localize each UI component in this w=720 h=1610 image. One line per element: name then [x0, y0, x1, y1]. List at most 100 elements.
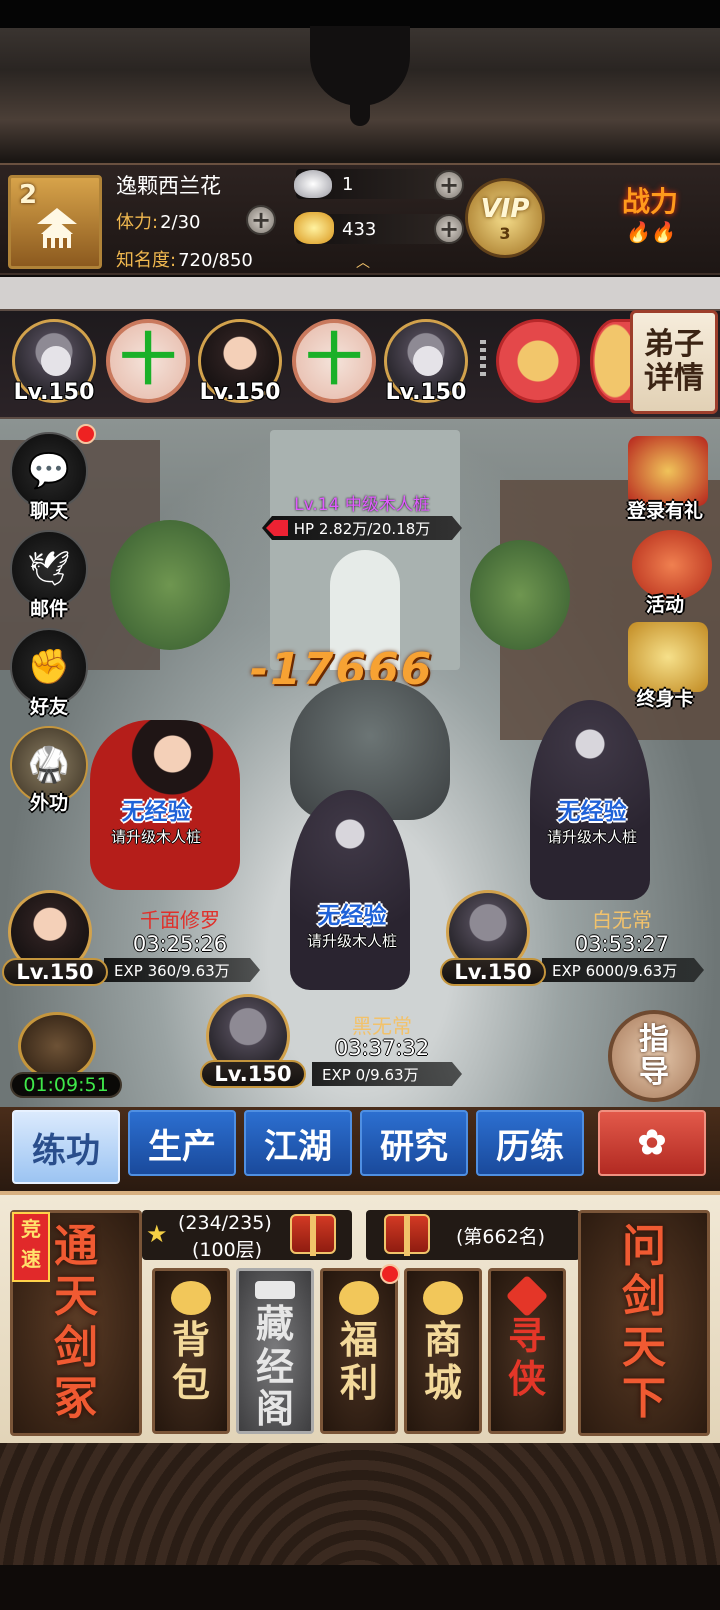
backpack-card[interactable]: 背包: [152, 1268, 230, 1434]
unit-exp-3: EXP 0/9.63万: [312, 1062, 462, 1086]
unit-name-1: 千面修罗: [140, 908, 220, 932]
disciple-level-3: Lv.150: [385, 380, 467, 405]
tab-training-label: 历练: [496, 1126, 564, 1167]
unit-level-3: Lv.150: [200, 1060, 306, 1088]
player-level-badge[interactable]: 2: [8, 175, 102, 269]
flower-icon: ✿: [637, 1123, 667, 1163]
no-exp-sub-center: 请升级木人桩: [306, 932, 397, 950]
tab-jianghu[interactable]: 江湖: [244, 1110, 352, 1176]
friends-icon: ✊: [27, 647, 71, 687]
chat-label: 聊天: [29, 500, 68, 522]
gift-box-icon[interactable]: [384, 1214, 430, 1256]
login-gift-label: 登录有礼: [626, 500, 703, 522]
combat-power[interactable]: 战力 🔥🔥: [590, 180, 710, 260]
no-exp-title-right: 无经验: [557, 799, 627, 825]
target-hp-bar: HP 2.82万/20.18万: [262, 516, 462, 540]
welfare-notification-dot: [380, 1264, 400, 1284]
rank-text: (第662名): [456, 1226, 546, 1248]
add-disciple-slot-2[interactable]: 十: [292, 319, 376, 403]
mail-label: 邮件: [29, 598, 68, 620]
no-exp-title-left: 无经验: [121, 799, 191, 825]
bottom-edge: [0, 1565, 720, 1610]
shop-label: 商城: [423, 1317, 462, 1405]
temple-icon: [37, 208, 77, 248]
unit-level-2: Lv.150: [440, 958, 546, 986]
no-exp-sub-left: 请升级木人桩: [110, 828, 201, 846]
add-stamina-button[interactable]: +: [246, 205, 276, 235]
divider-strip: [0, 277, 720, 309]
mask-icon: [413, 346, 443, 376]
disciple-detail-label: 弟子详情: [644, 326, 704, 396]
gift-box-icon[interactable]: [290, 1214, 336, 1256]
welfare-label: 福利: [339, 1317, 378, 1405]
tab-training[interactable]: 历练: [476, 1110, 584, 1176]
welfare-card[interactable]: 福利: [320, 1268, 398, 1434]
tower-floor: (100层): [192, 1239, 263, 1261]
chat-icon: 💬: [27, 451, 71, 491]
tab-more[interactable]: ✿: [598, 1110, 706, 1176]
disciple-level-2: Lv.150: [199, 380, 281, 405]
stamina-row: 体力: 2/30: [116, 208, 201, 234]
add-disciple-slot-1[interactable]: 十: [106, 319, 190, 403]
fame-row: 知名度: 720/850: [116, 246, 253, 272]
tab-research-label: 研究: [380, 1126, 448, 1167]
no-exp-sub-right: 请升级木人桩: [546, 828, 637, 846]
unit-exp-1: EXP 360/9.63万: [104, 958, 260, 982]
unit-time-1: 03:25:26: [132, 932, 228, 956]
silver-amount: 1: [342, 173, 354, 195]
mask-icon: [41, 346, 71, 376]
tab-production-label: 生产: [148, 1126, 216, 1167]
seek-hero-label: 寻侠: [507, 1313, 546, 1401]
add-gold-button[interactable]: +: [434, 214, 464, 244]
unit-level-1: Lv.150: [2, 958, 108, 986]
tree-left: [110, 520, 230, 650]
unit-time-3: 03:37:32: [334, 1036, 430, 1060]
coin-icon: [339, 1281, 379, 1315]
fame-value: 720/850: [178, 250, 253, 271]
gold-amount: 433: [342, 218, 377, 240]
ninja-character-center[interactable]: [290, 790, 410, 990]
hp-arrow-icon: [266, 520, 288, 536]
event-label: 活动: [645, 594, 684, 616]
ask-sword-label: 问剑天下: [622, 1220, 666, 1424]
vip-level: 3: [499, 223, 511, 243]
scripture-pavilion-card[interactable]: 藏经阁: [236, 1268, 314, 1434]
power-value-flame-icon: 🔥🔥: [625, 220, 675, 244]
plus-icon: +: [438, 215, 460, 243]
unit-exp-2: EXP 6000/9.63万: [542, 958, 704, 982]
sword-tomb-label: 通天剑冢: [54, 1220, 98, 1424]
city-gate: [270, 430, 460, 670]
gold-ingot-icon: [294, 212, 334, 244]
tree-right: [470, 540, 570, 650]
lifetime-card-icon[interactable]: [628, 622, 708, 692]
target-name: Lv.14 中级木人桩: [294, 495, 430, 515]
hero-portrait-emperor[interactable]: [496, 319, 580, 403]
mail-icon: 🕊: [27, 549, 71, 589]
shop-card[interactable]: 商城: [404, 1268, 482, 1434]
unit-name-3: 黑无常: [352, 1014, 412, 1038]
disciple-level-1: Lv.150: [13, 380, 95, 405]
disciple-detail-button[interactable]: 弟子详情: [630, 310, 718, 414]
treasure-timer[interactable]: 01:09:51: [10, 1012, 122, 1104]
unit-name-2: 白无常: [592, 908, 652, 932]
collapse-chevron-icon[interactable]: ︿: [348, 256, 378, 270]
martial-arts-icon: 🥋: [27, 745, 71, 785]
tab-practice-label: 练功: [32, 1130, 100, 1171]
fame-label: 知名度:: [116, 250, 177, 271]
guide-button[interactable]: 指导: [608, 1010, 700, 1102]
chat-notification-dot: [76, 424, 96, 444]
tab-production[interactable]: 生产: [128, 1110, 236, 1176]
pavilion-icon: [255, 1281, 295, 1300]
vip-badge[interactable]: VIP 3: [465, 178, 545, 258]
stamina-label: 体力:: [116, 212, 159, 233]
add-silver-button[interactable]: +: [434, 170, 464, 200]
tab-jianghu-label: 江湖: [264, 1126, 332, 1167]
tab-research[interactable]: 研究: [360, 1110, 468, 1176]
plus-icon: +: [438, 171, 460, 199]
ask-sword-card[interactable]: 问剑天下: [578, 1210, 710, 1436]
seek-hero-card[interactable]: 寻侠: [488, 1268, 566, 1434]
race-badge: 竞速: [12, 1212, 50, 1282]
player-name: 逸颗西兰花: [116, 174, 221, 198]
stamina-value: 2/30: [160, 212, 201, 233]
tab-practice[interactable]: 练功: [12, 1110, 120, 1184]
